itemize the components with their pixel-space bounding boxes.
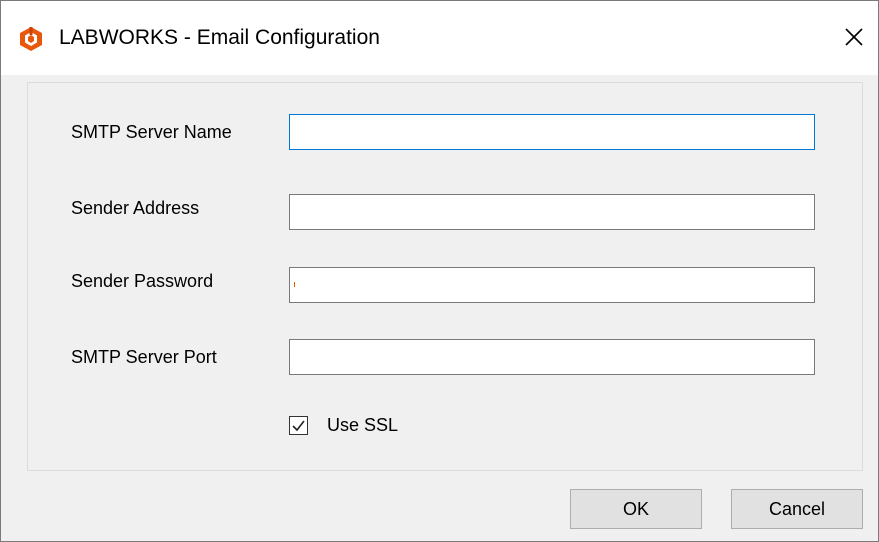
- smtp-server-name-label: SMTP Server Name: [71, 122, 232, 142]
- sender-address-label: Sender Address: [71, 198, 200, 218]
- email-configuration-dialog: LABWORKS - Email Configuration SMTP Serv…: [0, 0, 879, 542]
- close-icon: [845, 28, 863, 46]
- ok-button[interactable]: OK: [570, 489, 702, 529]
- sender-password-input[interactable]: [289, 267, 815, 303]
- labworks-logo-icon: [18, 26, 44, 52]
- close-button[interactable]: [831, 15, 877, 59]
- smtp-server-port-input[interactable]: [289, 339, 815, 375]
- window-title: LABWORKS - Email Configuration: [59, 26, 380, 49]
- use-ssl-checkbox[interactable]: [289, 416, 308, 435]
- smtp-server-port-label: SMTP Server Port: [71, 347, 217, 367]
- password-caret-mark: [294, 282, 295, 287]
- sender-address-input[interactable]: [289, 194, 815, 230]
- smtp-server-name-input[interactable]: [289, 114, 815, 150]
- sender-password-label: Sender Password: [71, 271, 214, 291]
- cancel-button[interactable]: Cancel: [731, 489, 863, 529]
- checkmark-icon: [292, 420, 305, 432]
- title-bar: LABWORKS - Email Configuration: [1, 1, 878, 75]
- use-ssl-label[interactable]: Use SSL: [327, 414, 398, 436]
